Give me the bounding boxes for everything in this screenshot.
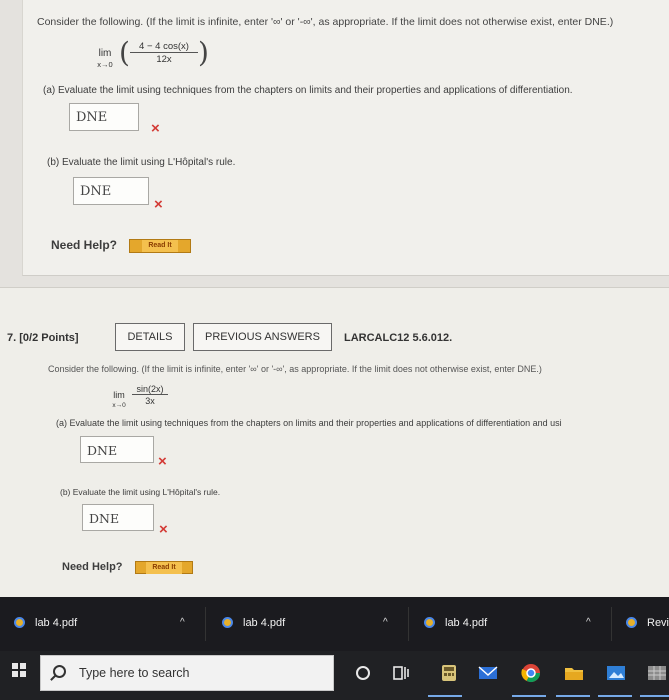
denominator: 3x <box>145 396 155 406</box>
download-item[interactable]: lab 4.pdf <box>424 617 487 629</box>
chrome-icon <box>222 617 233 628</box>
windows-taskbar: Type here to search <box>0 651 669 700</box>
download-name: lab 4.pdf <box>445 617 488 629</box>
chrome-icon[interactable] <box>520 663 542 683</box>
fraction: 4 − 4 cos(x) 12x <box>130 41 198 65</box>
app-grid-icon[interactable] <box>646 663 668 683</box>
chrome-icon <box>626 617 637 628</box>
part-b-answer-field[interactable]: DNE <box>73 177 149 205</box>
part-b-label: (b) Evaluate the limit using L'Hôpital's… <box>47 157 236 168</box>
chevron-up-icon[interactable]: ^ <box>586 617 591 628</box>
lim-word: lim <box>113 390 125 400</box>
details-button[interactable]: DETAILS <box>115 323 185 351</box>
numerator: 4 − 4 cos(x) <box>130 41 198 53</box>
task-view-icon[interactable] <box>390 663 412 683</box>
part-a-answer-field[interactable]: DNE <box>80 436 154 463</box>
search-icon <box>53 665 66 678</box>
part-a-label: (a) Evaluate the limit using techniques … <box>43 85 573 96</box>
limit-expression: lim x→0 sin(2x) 3x <box>108 384 188 414</box>
calculator-icon[interactable] <box>438 663 460 683</box>
read-it-label: Read It <box>142 240 178 252</box>
download-item[interactable]: lab 4.pdf <box>222 617 285 629</box>
question-7-panel: 7. [0/2 Points] DETAILS PREVIOUS ANSWERS… <box>0 287 669 597</box>
download-name: Revi <box>647 617 669 629</box>
question-points: 7. [0/2 Points] <box>7 332 79 344</box>
question-6-panel: Consider the following. (If the limit is… <box>22 0 669 276</box>
chevron-up-icon[interactable]: ^ <box>180 617 185 628</box>
divider <box>611 607 612 641</box>
download-name: lab 4.pdf <box>35 617 78 629</box>
lim-word: lim <box>98 48 112 59</box>
question-code: LARCALC12 5.6.012. <box>344 332 453 344</box>
part-b-answer-field[interactable]: DNE <box>82 504 154 531</box>
incorrect-icon: × <box>158 453 167 470</box>
active-indicator <box>598 695 632 697</box>
limit-expression: lim x→0 ( 4 − 4 cos(x) 12x ) <box>93 36 233 74</box>
download-item[interactable]: lab 4.pdf <box>14 617 77 629</box>
previous-answers-button[interactable]: PREVIOUS ANSWERS <box>193 323 332 351</box>
file-explorer-icon[interactable] <box>563 663 585 683</box>
active-indicator <box>428 695 462 697</box>
need-help-label: Need Help? <box>62 561 123 573</box>
divider <box>205 607 206 641</box>
part-b-label: (b) Evaluate the limit using L'Hôpital's… <box>60 487 221 497</box>
read-it-label: Read It <box>146 562 182 574</box>
denominator: 12x <box>156 54 172 65</box>
part-a-label: (a) Evaluate the limit using techniques … <box>56 418 562 428</box>
left-paren: ( <box>119 36 130 69</box>
numerator: sin(2x) <box>132 384 168 395</box>
windows-start-icon[interactable] <box>12 663 26 677</box>
incorrect-icon: × <box>154 196 163 213</box>
fraction: sin(2x) 3x <box>132 384 168 406</box>
divider <box>408 607 409 641</box>
lim-subscript: x→0 <box>97 60 113 69</box>
chrome-icon <box>14 617 25 628</box>
incorrect-icon: × <box>159 521 168 538</box>
right-paren: ) <box>198 36 209 69</box>
need-help-label: Need Help? <box>51 238 118 252</box>
read-it-button[interactable]: Read It <box>135 561 193 574</box>
downloads-bar: lab 4.pdf ^ lab 4.pdf ^ lab 4.pdf ^ Revi <box>0 597 669 651</box>
taskbar-search-input[interactable]: Type here to search <box>40 655 334 691</box>
active-indicator <box>556 695 590 697</box>
question-prompt: Consider the following. (If the limit is… <box>37 16 614 28</box>
photos-icon[interactable] <box>605 663 627 683</box>
download-name: lab 4.pdf <box>243 617 286 629</box>
chevron-up-icon[interactable]: ^ <box>383 617 388 628</box>
cortana-icon[interactable] <box>352 663 374 683</box>
lim-subscript: x→0 <box>112 402 126 409</box>
mail-icon[interactable] <box>477 663 499 683</box>
incorrect-icon: × <box>151 120 160 137</box>
question-prompt: Consider the following. (If the limit is… <box>48 364 542 374</box>
read-it-button[interactable]: Read It <box>129 239 191 253</box>
part-a-answer-field[interactable]: DNE <box>69 103 139 131</box>
chrome-icon <box>424 617 435 628</box>
download-item[interactable]: Revi <box>626 617 669 629</box>
active-indicator <box>640 695 669 697</box>
question-separator <box>0 277 669 287</box>
search-placeholder: Type here to search <box>79 666 190 680</box>
active-indicator <box>512 695 546 697</box>
